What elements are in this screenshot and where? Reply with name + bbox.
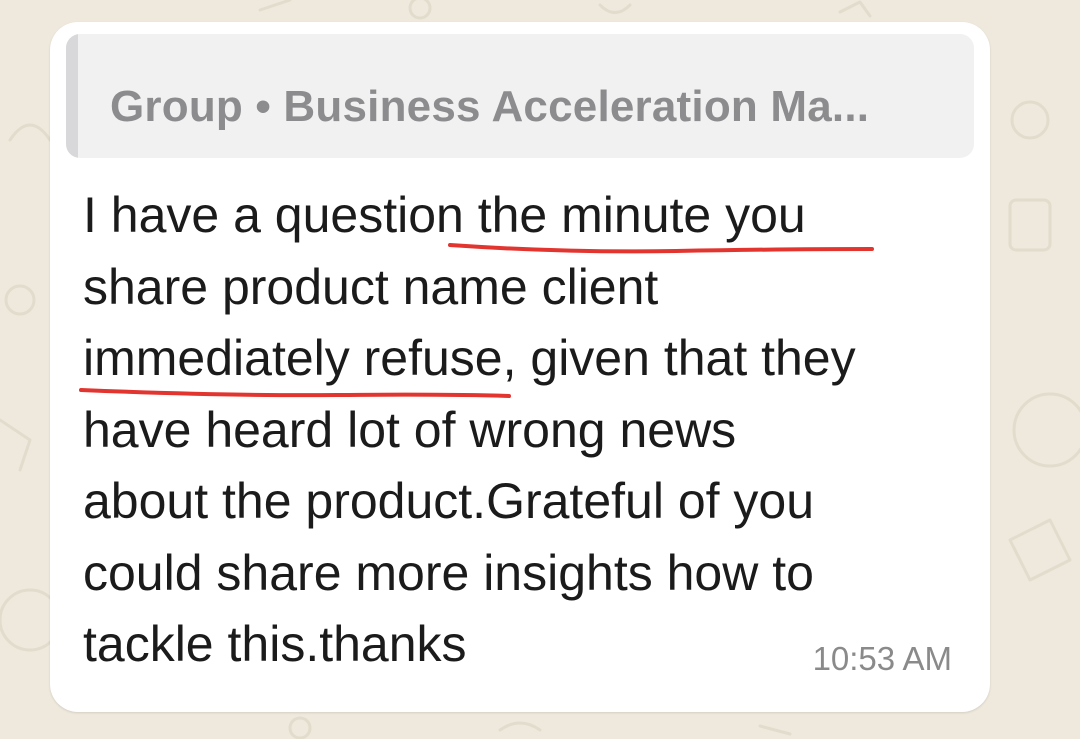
message-line-5: about the product.Grateful of you (83, 473, 815, 529)
message-bubble[interactable]: Group • Business Acceleration Ma... I ha… (50, 22, 990, 712)
message-timestamp: 10:53 AM (812, 640, 952, 677)
line-1-pre: I have a question (83, 187, 478, 243)
message-line-2: share product name client (83, 258, 659, 315)
quoted-group-label: Group • Business Acceleration Ma... (110, 82, 870, 131)
message-line-4: have heard lot of wrong news (83, 401, 737, 458)
message-line-1: I have a question the minute you (83, 180, 874, 254)
quote-accent-bar (66, 34, 78, 158)
message-line-3: immediately refuse, given that they (79, 323, 856, 398)
line-3-post: , given that they (502, 330, 856, 386)
message-line-6: could share more insights how to (83, 544, 814, 601)
message-line-7: tackle this.thanks (83, 616, 467, 672)
highlight-immediately-refuse: immediately refuse (79, 330, 511, 398)
highlight-the-minute-you: the minute you (447, 187, 874, 254)
highlight-text-2: immediately refuse (83, 330, 503, 386)
message-text: I have a question the minute you share p… (79, 180, 874, 681)
highlight-text-1: the minute you (477, 187, 806, 243)
quoted-group-reply[interactable]: Group • Business Acceleration Ma... (66, 34, 974, 158)
